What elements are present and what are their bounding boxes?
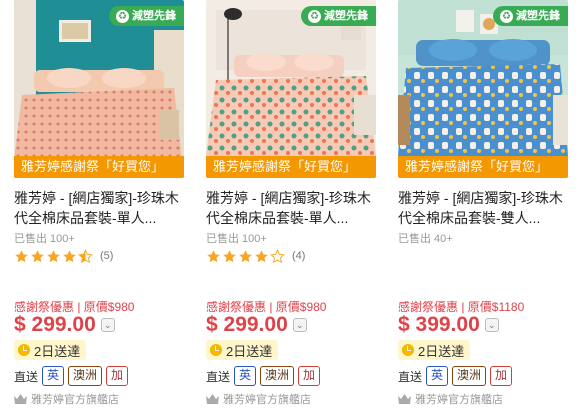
crown-icon <box>14 394 27 404</box>
eco-badge: ♻ 減塑先鋒 <box>109 6 184 26</box>
price: $ 299.00 ⌄ <box>206 313 307 337</box>
tag-uk: 英 <box>42 366 65 386</box>
empty-star-icon <box>270 248 285 263</box>
shipping-badge: 2日送達 <box>398 340 471 360</box>
product-image[interactable]: ♻ 減塑先鋒 雅芳婷感謝祭「好買您」 <box>398 0 568 178</box>
crown-icon <box>206 394 219 404</box>
star-icon <box>239 249 252 262</box>
shipping-badge: 2日送達 <box>206 340 279 360</box>
price: $ 299.00 ⌄ <box>14 313 115 337</box>
product-title[interactable]: 雅芳婷 - [網店獨家]-珍珠木代全棉床品套裝-單人... <box>14 188 182 228</box>
tag-uk: 英 <box>426 366 449 386</box>
tag-australia: 澳洲 <box>452 366 487 386</box>
recycle-icon: ♻ <box>308 9 321 23</box>
direct-shipping: 直送 英 澳洲 加 <box>14 365 132 387</box>
rating-stars: (4) <box>206 247 305 265</box>
promo-banner: 雅芳婷感謝祭「好買您」 <box>14 156 184 178</box>
tag-uk: 英 <box>234 366 257 386</box>
review-count: (5) <box>100 250 114 262</box>
star-icon <box>223 249 236 262</box>
product-card[interactable]: ♻ 減塑先鋒 雅芳婷感謝祭「好買您」 雅芳婷 - [網店獨家]-珍珠木代全棉床品… <box>206 0 376 409</box>
eco-badge: ♻ 減塑先鋒 <box>301 6 376 26</box>
clock-icon <box>210 344 222 356</box>
tag-canada: 加 <box>298 366 321 386</box>
rating-stars: (5) <box>14 247 113 265</box>
chevron-down-icon[interactable]: ⌄ <box>484 318 499 332</box>
product-title[interactable]: 雅芳婷 - [網店獨家]-珍珠木代全棉床品套裝-單人... <box>206 188 374 228</box>
tag-canada: 加 <box>106 366 129 386</box>
crown-icon <box>398 394 411 404</box>
direct-shipping: 直送 英 澳洲 加 <box>206 365 324 387</box>
sold-count: 已售出 100+ <box>14 233 75 245</box>
product-image[interactable]: ♻ 減塑先鋒 雅芳婷感謝祭「好買您」 <box>14 0 184 178</box>
review-count: (4) <box>292 250 306 262</box>
product-card[interactable]: ♻ 減塑先鋒 雅芳婷感謝祭「好買您」 雅芳婷 - [網店獨家]-珍珠木代全棉床品… <box>398 0 568 409</box>
tag-australia: 澳洲 <box>260 366 295 386</box>
star-icon <box>15 249 28 262</box>
clock-icon <box>18 344 30 356</box>
sold-count: 已售出 40+ <box>398 233 453 245</box>
product-card[interactable]: ♻ 減塑先鋒 雅芳婷感謝祭「好買您」 雅芳婷 - [網店獨家]-珍珠木代全棉床品… <box>14 0 184 409</box>
star-icon <box>207 249 220 262</box>
promo-banner: 雅芳婷感謝祭「好買您」 <box>398 156 568 178</box>
store-link[interactable]: 雅芳婷官方旗艦店 <box>14 391 119 407</box>
tag-canada: 加 <box>490 366 513 386</box>
recycle-icon: ♻ <box>500 9 513 23</box>
tag-australia: 澳洲 <box>68 366 103 386</box>
clock-icon <box>402 344 414 356</box>
star-icon <box>63 249 76 262</box>
star-icon <box>255 249 268 262</box>
sold-count: 已售出 100+ <box>206 233 267 245</box>
star-icon <box>47 249 60 262</box>
product-title[interactable]: 雅芳婷 - [網店獨家]-珍珠木代全棉床品套裝-雙人... <box>398 188 566 228</box>
shipping-badge: 2日送達 <box>14 340 87 360</box>
chevron-down-icon[interactable]: ⌄ <box>100 318 115 332</box>
half-star-icon <box>78 248 93 263</box>
product-image[interactable]: ♻ 減塑先鋒 雅芳婷感謝祭「好買您」 <box>206 0 376 178</box>
store-link[interactable]: 雅芳婷官方旗艦店 <box>398 391 503 407</box>
price: $ 399.00 ⌄ <box>398 313 499 337</box>
chevron-down-icon[interactable]: ⌄ <box>292 318 307 332</box>
eco-badge: ♻ 減塑先鋒 <box>493 6 568 26</box>
store-link[interactable]: 雅芳婷官方旗艦店 <box>206 391 311 407</box>
direct-shipping: 直送 英 澳洲 加 <box>398 365 516 387</box>
promo-banner: 雅芳婷感謝祭「好買您」 <box>206 156 376 178</box>
star-icon <box>31 249 44 262</box>
recycle-icon: ♻ <box>116 9 129 23</box>
